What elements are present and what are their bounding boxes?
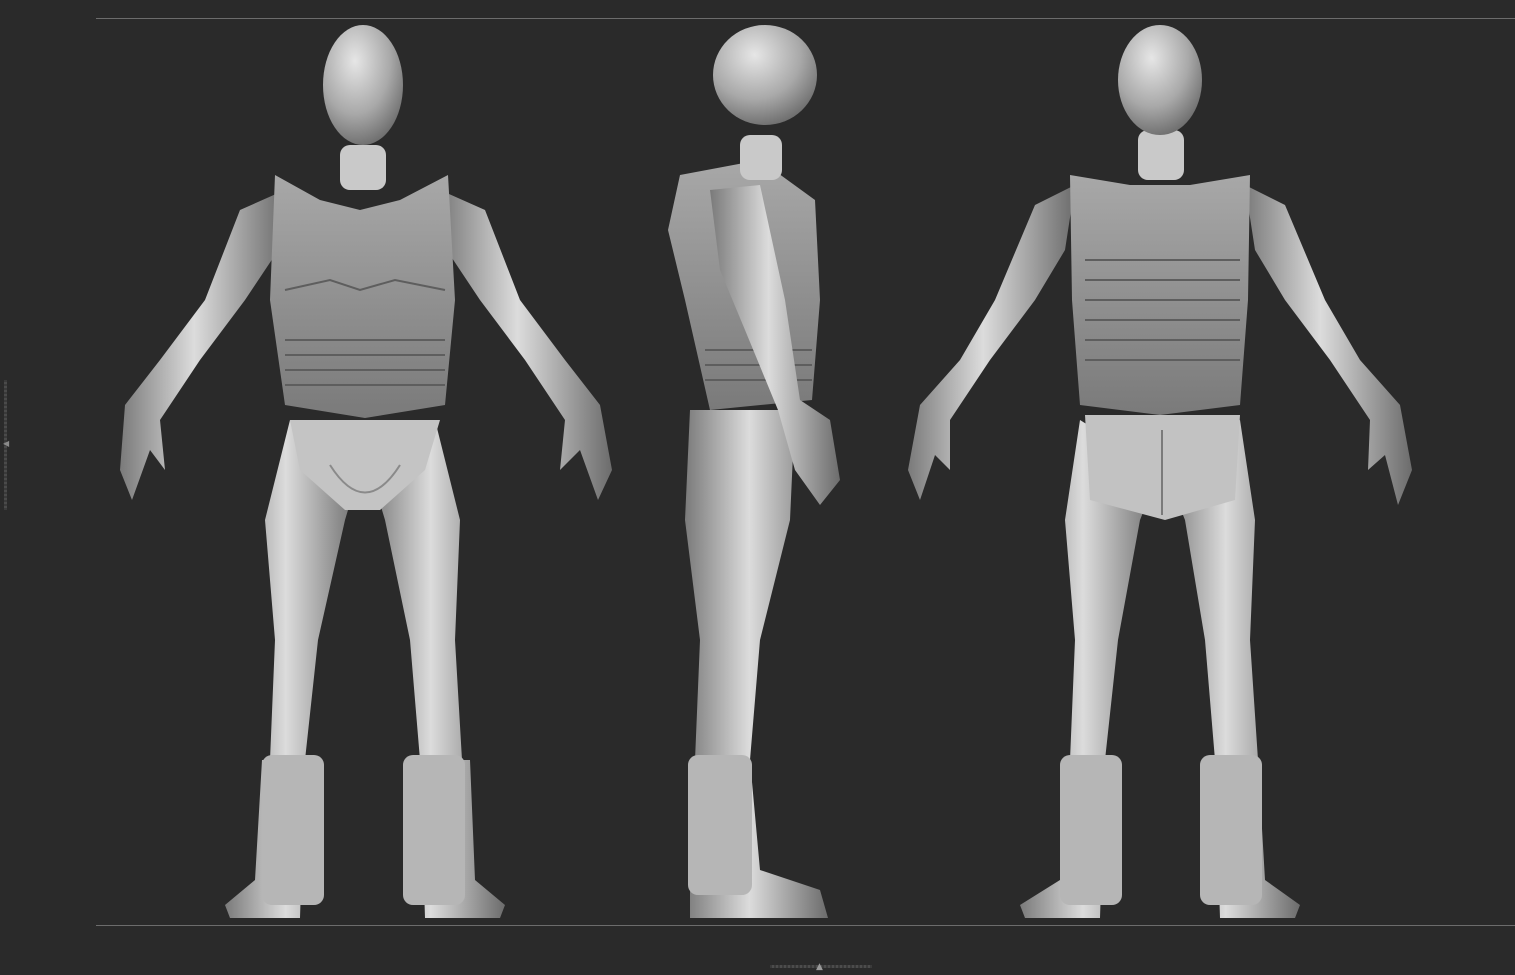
- figure-back-view: [908, 25, 1412, 918]
- model-viewport-canvas[interactable]: [0, 0, 1515, 975]
- figure-side-view: [668, 25, 840, 918]
- viewport-bottom-border: [96, 925, 1515, 926]
- triangle-up-icon: ▲: [816, 962, 823, 972]
- viewport-top-border: [96, 18, 1515, 19]
- zbrush-viewport[interactable]: ◀ ▲: [0, 0, 1515, 975]
- left-tray-toggle[interactable]: ◀: [0, 380, 12, 515]
- triangle-left-icon: ◀: [3, 439, 10, 448]
- figure-front-view: [120, 25, 612, 918]
- bottom-tray-toggle[interactable]: ▲: [770, 962, 872, 975]
